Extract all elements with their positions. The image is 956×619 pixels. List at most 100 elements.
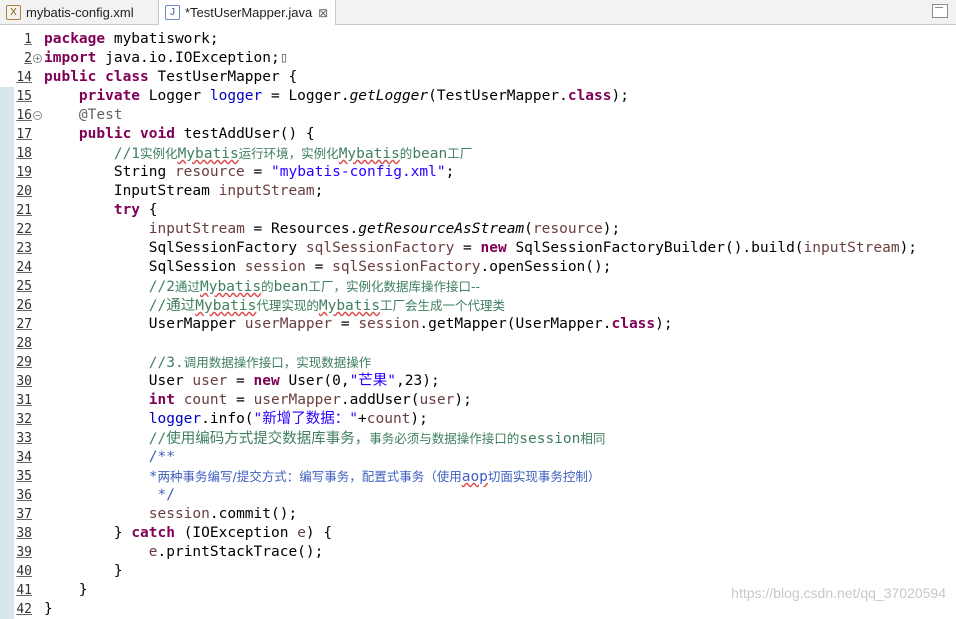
code-text: String resource = "mybatis-config.xml"; (44, 164, 455, 180)
line-number: 24 (16, 260, 32, 275)
minimize-icon[interactable] (932, 4, 948, 18)
code-text: InputStream inputStream; (44, 183, 324, 199)
code-text: int count = userMapper.addUser(user); (148, 392, 472, 408)
code-text: private Logger logger = Logger.getLogger… (78, 88, 629, 104)
code-line[interactable]: 19 String resource = "mybatis-config.xml… (0, 163, 956, 182)
code-line[interactable]: 32 logger.info("新增了数据："+count); (0, 410, 956, 429)
code-line[interactable]: 26 //通过Mybatis代理实现的Mybatis工厂会生成一个代理类 (0, 296, 956, 315)
code-line[interactable]: 28 (0, 334, 956, 353)
line-number: 33 (16, 431, 32, 446)
code-text: package mybatiswork; (44, 31, 219, 47)
code-text: } (44, 563, 123, 579)
code-text: e.printStackTrace(); (148, 544, 324, 560)
line-number: 42 (16, 602, 32, 617)
code-line[interactable]: 40 } (0, 562, 956, 581)
code-line[interactable]: 15 private Logger logger = Logger.getLog… (0, 87, 956, 106)
code-line[interactable]: 23 SqlSessionFactory sqlSessionFactory =… (0, 239, 956, 258)
line-number: 15 (16, 89, 32, 104)
code-line[interactable]: 16− @Test (0, 106, 956, 125)
line-number: 34 (16, 450, 32, 465)
code-line[interactable]: 20 InputStream inputStream; (0, 182, 956, 201)
code-text: session.commit(); (148, 506, 298, 522)
code-line[interactable]: 36 */ (0, 486, 956, 505)
line-number: 22 (16, 222, 32, 237)
code-editor[interactable]: 1 package mybatiswork; 2 + import java.io.IO… (0, 25, 956, 619)
code-line[interactable]: 30 User user = new User(0,"芒果",23); (0, 372, 956, 391)
line-number: 36 (16, 488, 32, 503)
line-number: 38 (16, 526, 32, 541)
expand-fold-icon[interactable]: + (33, 54, 42, 63)
code-line[interactable]: 27 UserMapper userMapper = session.getMa… (0, 315, 956, 334)
code-text: //2通过Mybatis的bean工厂，实例化数据库操作接口-- (148, 279, 481, 295)
line-number: 26 (16, 298, 32, 313)
code-line[interactable]: 35 *两种事务编写/提交方式：编写事务，配置式事务（使用aop切面实现事务控制… (0, 467, 956, 486)
code-line[interactable]: 21 try { (0, 201, 956, 220)
code-line[interactable]: 39 e.printStackTrace(); (0, 543, 956, 562)
code-text: logger.info("新增了数据："+count); (148, 411, 428, 427)
code-text: try { (113, 202, 158, 218)
code-text: inputStream = Resources.getResourceAsStr… (148, 221, 621, 237)
code-line[interactable]: 22 inputStream = Resources.getResourceAs… (0, 220, 956, 239)
code-text: SqlSession session = sqlSessionFactory.o… (44, 259, 612, 275)
xml-file-icon: X (6, 4, 21, 20)
code-text: */ (157, 487, 175, 503)
tab-label: mybatis-config.xml (26, 4, 134, 20)
code-line[interactable]: 37 session.commit(); (0, 505, 956, 524)
code-text: *两种事务编写/提交方式：编写事务，配置式事务（使用aop切面实现事务控制） (148, 469, 601, 485)
line-number: 25 (16, 279, 32, 294)
line-number: 28 (16, 336, 32, 351)
code-text: UserMapper userMapper = session.getMappe… (44, 316, 673, 332)
code-text: @Test (78, 107, 123, 123)
line-number: 29 (16, 355, 32, 370)
code-line[interactable]: 24 SqlSession session = sqlSessionFactor… (0, 258, 956, 277)
line-number: 2 (24, 51, 32, 66)
tab-label: *TestUserMapper.java (185, 5, 313, 20)
code-text: } catch (IOException e) { (44, 525, 333, 541)
line-number: 19 (16, 165, 32, 180)
code-text: //通过Mybatis代理实现的Mybatis工厂会生成一个代理类 (148, 298, 505, 314)
code-line[interactable]: 2 + import java.io.IOException;▯ (0, 49, 956, 68)
code-line[interactable]: 42} (0, 600, 956, 619)
line-number: 32 (16, 412, 32, 427)
code-text: SqlSessionFactory sqlSessionFactory = ne… (44, 240, 918, 256)
line-number: 14 (16, 70, 32, 85)
code-line[interactable]: 17 public void testAddUser() { (0, 125, 956, 144)
line-number: 31 (16, 393, 32, 408)
code-line[interactable]: 33 //使用编码方式提交数据库事务，事务必须与数据操作接口的session相同 (0, 429, 956, 448)
line-number: 41 (16, 583, 32, 598)
tab-mybatis-config-xml[interactable]: X mybatis-config.xml (0, 0, 159, 24)
watermark: https://blog.csdn.net/qq_37020594 (731, 585, 946, 601)
code-text: //使用编码方式提交数据库事务，事务必须与数据操作接口的session相同 (148, 431, 606, 447)
line-number: 18 (16, 146, 32, 161)
tab-test-user-mapper-java[interactable]: J *TestUserMapper.java ⊠ (159, 0, 336, 25)
line-number: 39 (16, 545, 32, 560)
line-number: 27 (16, 317, 32, 332)
code-line[interactable]: 14 public class TestUserMapper { (0, 68, 956, 87)
code-text: public void testAddUser() { (78, 126, 315, 142)
line-number: 35 (16, 469, 32, 484)
line-number: 37 (16, 507, 32, 522)
code-line[interactable]: 1 package mybatiswork; (0, 30, 956, 49)
code-text: public class TestUserMapper { (44, 69, 298, 85)
code-line[interactable]: 38 } catch (IOException e) { (0, 524, 956, 543)
code-text: User user = new User(0,"芒果",23); (44, 373, 440, 389)
code-line[interactable]: 29 //3.调用数据操作接口，实现数据操作 (0, 353, 956, 372)
code-line[interactable]: 25 //2通过Mybatis的bean工厂，实例化数据库操作接口-- (0, 277, 956, 296)
code-line[interactable]: 18 //1实例化Mybatis运行环境，实例化Mybatis的bean工厂 (0, 144, 956, 163)
line-number: 1 (24, 32, 32, 47)
code-line[interactable]: 34 /** (0, 448, 956, 467)
code-text: import java.io.IOException;▯ (44, 50, 289, 66)
code-line[interactable]: 31 int count = userMapper.addUser(user); (0, 391, 956, 410)
close-tab-icon[interactable]: ⊠ (318, 6, 328, 20)
code-text: } (44, 582, 88, 598)
code-text: } (44, 601, 53, 617)
line-number: 20 (16, 184, 32, 199)
code-text: /** (148, 449, 175, 465)
editor-tab-bar: X mybatis-config.xml J *TestUserMapper.j… (0, 0, 956, 25)
line-number: 23 (16, 241, 32, 256)
collapse-fold-icon[interactable]: − (33, 111, 42, 120)
line-number: 16 (16, 108, 32, 123)
line-number: 40 (16, 564, 32, 579)
line-number: 17 (16, 127, 32, 142)
code-text: //3.调用数据操作接口，实现数据操作 (148, 355, 372, 371)
